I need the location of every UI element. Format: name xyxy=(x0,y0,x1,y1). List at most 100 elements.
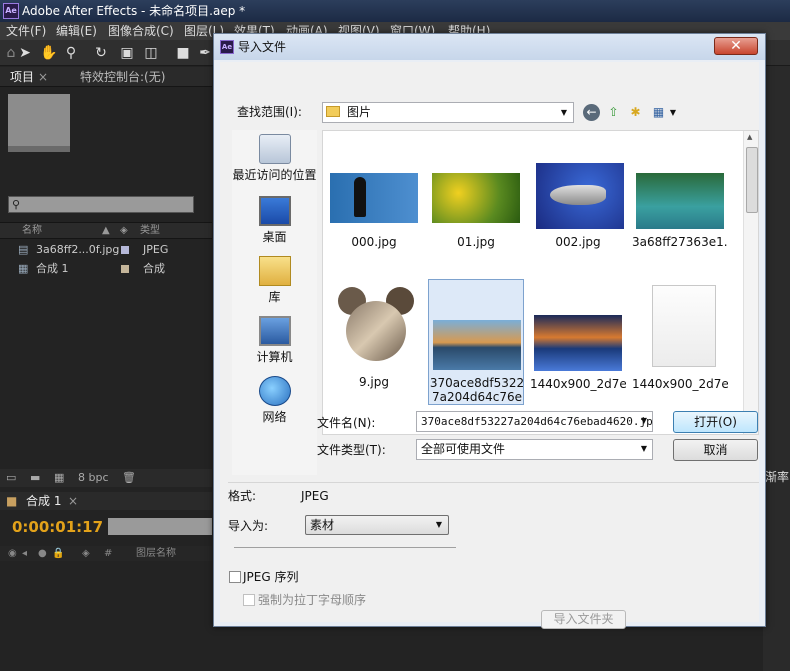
cancel-button[interactable]: 取消 xyxy=(673,439,758,461)
file-item[interactable]: 1440x900_2d7e... xyxy=(632,279,728,397)
place-network[interactable]: 网络 xyxy=(232,372,317,426)
timeline-search-input[interactable] xyxy=(108,518,212,535)
import-folder-button[interactable]: 导入文件夹 xyxy=(541,610,626,629)
sort-arrow-icon[interactable]: ▲ xyxy=(102,223,110,239)
force-alphabetical-checkbox[interactable] xyxy=(243,594,255,606)
place-recent[interactable]: 最近访问的位置 xyxy=(232,130,317,184)
right-panel: 渐率 xyxy=(763,66,790,671)
column-type[interactable]: 类型 xyxy=(140,223,160,239)
tab-project[interactable]: 项目 xyxy=(10,67,34,87)
column-layer-name[interactable]: 图层名称 xyxy=(136,546,176,561)
new-folder-icon[interactable]: ✱ xyxy=(627,104,644,121)
project-column-header: 名称 ▲ ◈ 类型 xyxy=(0,222,212,239)
rotate-tool-icon[interactable]: ↻ xyxy=(92,44,110,62)
label-tag-icon[interactable]: ◈ xyxy=(120,223,128,239)
chevron-down-icon[interactable]: ▼ xyxy=(433,519,445,531)
image-thumbnail xyxy=(536,163,624,229)
project-search-input[interactable] xyxy=(8,196,194,213)
chevron-down-icon[interactable]: ▼ xyxy=(638,443,650,455)
open-button[interactable]: 打开(O) xyxy=(673,411,758,433)
filename-input[interactable]: 370ace8df53227a204d64c76ebad4620.jpg xyxy=(416,411,653,432)
file-name: 002.jpg xyxy=(555,235,601,249)
lookin-dropdown[interactable]: 图片 ▼ xyxy=(322,102,574,123)
file-name: 1440x900_2d7e... xyxy=(632,377,728,391)
close-button[interactable]: ✕ xyxy=(714,37,758,55)
column-name[interactable]: 名称 xyxy=(22,223,42,239)
item-name: 3a68ff2...0f.jpg xyxy=(36,243,120,256)
menu-edit[interactable]: 编辑(E) xyxy=(56,22,97,40)
scroll-up-icon[interactable]: ▲ xyxy=(747,133,752,141)
tab-composition[interactable]: 合成 1 xyxy=(26,492,61,510)
file-item[interactable]: 3a68ff27363e1... xyxy=(632,159,728,277)
view-menu-icon[interactable]: ▦ xyxy=(650,104,667,121)
interpret-footage-icon[interactable]: ▭ xyxy=(6,469,16,487)
timecode-display[interactable]: 0:00:01:17 xyxy=(12,518,103,536)
selection-tool-icon[interactable]: ➤ xyxy=(16,44,34,62)
file-item[interactable]: 1440x900_2d7e... xyxy=(530,279,626,397)
new-composition-icon[interactable]: ▦ xyxy=(54,469,64,487)
file-item[interactable]: 000.jpg xyxy=(326,159,422,277)
place-desktop[interactable]: 桌面 xyxy=(232,192,317,246)
jpeg-sequence-checkbox[interactable] xyxy=(229,571,241,583)
pan-behind-tool-icon[interactable]: ◫ xyxy=(142,44,160,62)
trash-icon[interactable]: 🗑 xyxy=(122,469,136,487)
visibility-icon[interactable]: ◉ xyxy=(8,546,17,561)
column-number: # xyxy=(104,548,113,559)
scrollbar-thumb[interactable] xyxy=(746,147,758,213)
label-tag-icon[interactable]: ◈ xyxy=(82,546,90,561)
item-type: 合成 xyxy=(143,262,165,275)
lookin-label: 查找范围(I): xyxy=(237,105,302,119)
vertical-scrollbar[interactable]: ▲ ▼ xyxy=(743,131,758,434)
camera-tool-icon[interactable]: ▣ xyxy=(118,44,136,62)
project-item-row[interactable]: ▦ 合成 1 合成 xyxy=(0,260,212,278)
dialog-title: 导入文件 xyxy=(238,40,287,54)
search-icon: ⚲ xyxy=(12,198,21,211)
label-color-swatch[interactable] xyxy=(121,265,129,273)
up-folder-icon[interactable]: ⇧ xyxy=(605,104,622,121)
file-name: 9.jpg xyxy=(358,375,390,389)
image-thumbnail xyxy=(332,287,420,367)
back-icon[interactable]: ← xyxy=(583,104,600,121)
chevron-down-icon[interactable]: ▼ xyxy=(638,415,650,427)
pen-tool-icon[interactable]: ✒ xyxy=(196,44,214,62)
label-color-swatch[interactable] xyxy=(121,246,129,254)
file-item-selected[interactable]: 370ace8df53227a204d64c76ebad4620.jpg xyxy=(428,279,524,405)
place-label: 网络 xyxy=(262,410,287,424)
tab-close-icon[interactable]: × xyxy=(38,67,48,87)
file-item[interactable]: 002.jpg xyxy=(530,151,626,269)
right-panel-label: 渐率 xyxy=(765,470,790,484)
importas-select[interactable]: 素材 xyxy=(305,515,449,535)
project-item-row[interactable]: ▤ 3a68ff2...0f.jpg JPEG xyxy=(0,241,212,259)
filename-value: 370ace8df53227a204d64c76ebad4620.jpg xyxy=(421,415,653,428)
folder-icon xyxy=(326,106,340,117)
place-library[interactable]: 库 xyxy=(232,252,317,306)
tab-close-icon[interactable]: × xyxy=(68,492,78,510)
file-item[interactable]: 01.jpg xyxy=(428,159,524,277)
format-label: 格式: xyxy=(228,489,257,503)
place-label: 库 xyxy=(268,290,281,304)
image-thumbnail xyxy=(330,173,418,223)
menu-composition[interactable]: 图像合成(C) xyxy=(108,22,174,40)
menu-file[interactable]: 文件(F) xyxy=(6,22,46,40)
tab-effect-controls[interactable]: 特效控制台:(无) xyxy=(80,67,165,87)
dialog-title-bar: Ae 导入文件 ✕ xyxy=(214,34,765,60)
desktop-icon xyxy=(259,196,291,226)
file-list-view: 000.jpg 01.jpg 002.jpg 3a68ff27363e1... xyxy=(322,130,759,435)
chevron-down-icon[interactable]: ▼ xyxy=(667,107,679,119)
filetype-select[interactable]: 全部可使用文件 xyxy=(416,439,653,460)
file-item[interactable]: 9.jpg xyxy=(326,279,422,397)
zoom-tool-icon[interactable]: ⚲ xyxy=(62,44,80,62)
rectangle-tool-icon[interactable]: ■ xyxy=(174,44,192,62)
place-computer[interactable]: 计算机 xyxy=(232,312,317,366)
image-file-icon: ▤ xyxy=(18,243,29,256)
bpc-label[interactable]: 8 bpc xyxy=(78,469,109,487)
image-thumbnail xyxy=(534,315,622,371)
format-value: JPEG xyxy=(301,489,329,503)
audio-icon[interactable]: ◂ xyxy=(22,546,27,561)
place-label: 计算机 xyxy=(256,350,293,364)
solo-icon[interactable]: ● xyxy=(38,546,47,561)
lock-icon[interactable]: 🔒 xyxy=(52,546,64,561)
network-icon xyxy=(259,376,291,406)
new-folder-icon[interactable]: ▬ xyxy=(30,469,40,487)
hand-tool-icon[interactable]: ✋ xyxy=(40,44,58,62)
